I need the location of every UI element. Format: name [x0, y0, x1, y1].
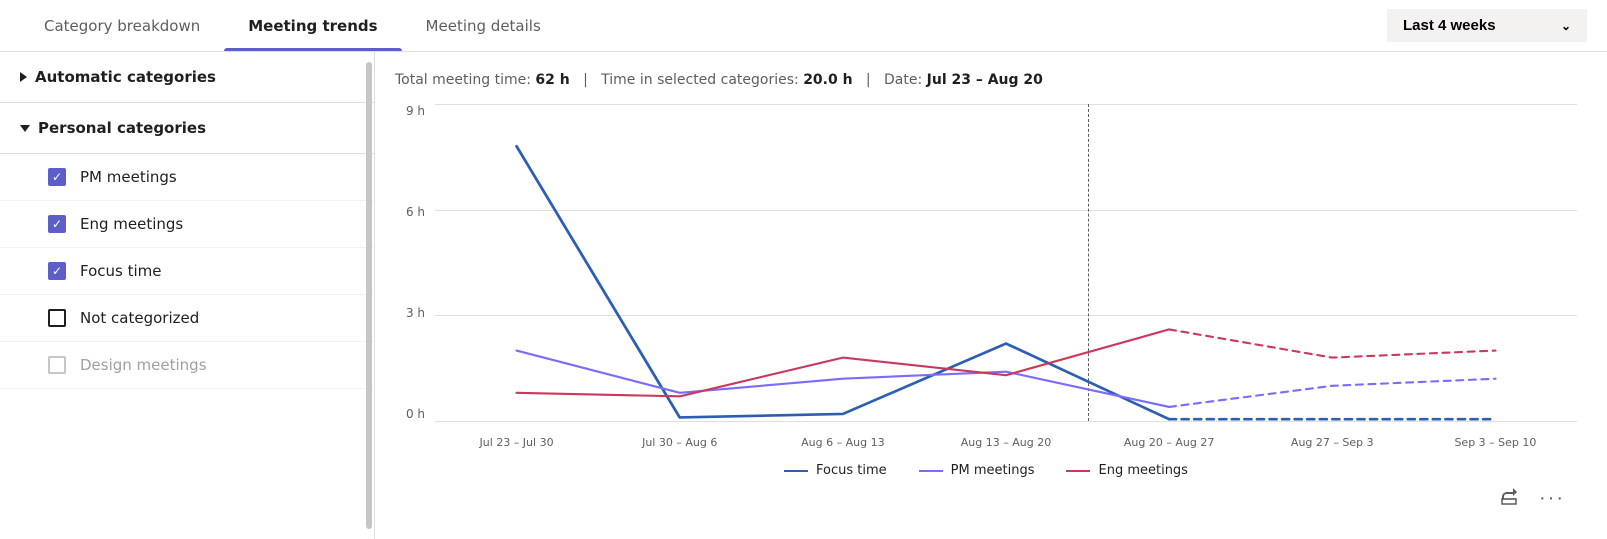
y-axis: 9 h 6 h 3 h 0 h: [395, 104, 435, 451]
sidebar-item-focus-time[interactable]: Focus time: [0, 248, 374, 295]
automatic-categories-header[interactable]: Automatic categories: [0, 52, 374, 103]
chart-container: 9 h 6 h 3 h 0 h: [395, 104, 1577, 451]
x-label-6: Sep 3 – Sep 10: [1414, 421, 1577, 451]
automatic-categories-section: Automatic categories: [0, 52, 374, 103]
tab-category-breakdown[interactable]: Category breakdown: [20, 0, 224, 51]
sidebar-item-design-meetings[interactable]: Design meetings: [0, 342, 374, 389]
chart-svg: [435, 104, 1577, 421]
x-label-1: Jul 30 – Aug 6: [598, 421, 761, 451]
chart-summary: Total meeting time: 62 h | Time in selec…: [395, 72, 1577, 88]
more-icon: ···: [1539, 487, 1565, 509]
y-label-9h: 9 h: [406, 104, 425, 118]
x-label-3: Aug 13 – Aug 20: [924, 421, 1087, 451]
tab-bar: Category breakdown Meeting trends Meetin…: [0, 0, 1607, 52]
not-categorized-checkbox[interactable]: [48, 309, 66, 327]
chevron-down-icon: ⌄: [1561, 19, 1571, 33]
sidebar-item-pm-meetings[interactable]: PM meetings: [0, 154, 374, 201]
bottom-actions: ···: [395, 478, 1577, 519]
y-label-3h: 3 h: [406, 306, 425, 320]
personal-categories-section: Personal categories PM meetings Eng meet…: [0, 103, 374, 389]
chevron-down-icon: [20, 125, 30, 132]
x-label-0: Jul 23 – Jul 30: [435, 421, 598, 451]
sidebar-item-not-categorized[interactable]: Not categorized: [0, 295, 374, 342]
y-label-6h: 6 h: [406, 205, 425, 219]
legend-eng-meetings: Eng meetings: [1066, 463, 1187, 478]
chart-area: Total meeting time: 62 h | Time in selec…: [375, 52, 1607, 539]
x-label-2: Aug 6 – Aug 13: [761, 421, 924, 451]
pm-meetings-checkbox[interactable]: [48, 168, 66, 186]
chart-inner: Jul 23 – Jul 30 Jul 30 – Aug 6 Aug 6 – A…: [435, 104, 1577, 451]
share-button[interactable]: [1495, 482, 1523, 515]
period-selector[interactable]: Last 4 weeks ⌄: [1387, 9, 1587, 42]
personal-categories-header[interactable]: Personal categories: [0, 103, 374, 154]
share-icon: [1499, 486, 1519, 506]
chevron-right-icon: [20, 72, 27, 82]
focus-time-checkbox[interactable]: [48, 262, 66, 280]
legend-line-eng-meetings: [1066, 470, 1090, 472]
legend-focus-time: Focus time: [784, 463, 887, 478]
sidebar: Automatic categories Personal categories…: [0, 52, 375, 539]
main-content: Automatic categories Personal categories…: [0, 52, 1607, 539]
tab-meeting-trends[interactable]: Meeting trends: [224, 0, 401, 51]
x-label-4: Aug 20 – Aug 27: [1088, 421, 1251, 451]
chart-legend: Focus time PM meetings Eng meetings: [395, 451, 1577, 478]
legend-pm-meetings: PM meetings: [919, 463, 1035, 478]
design-meetings-checkbox[interactable]: [48, 356, 66, 374]
x-axis: Jul 23 – Jul 30 Jul 30 – Aug 6 Aug 6 – A…: [435, 421, 1577, 451]
y-label-0h: 0 h: [406, 407, 425, 421]
legend-line-focus-time: [784, 470, 808, 472]
sidebar-item-eng-meetings[interactable]: Eng meetings: [0, 201, 374, 248]
x-label-5: Aug 27 – Sep 3: [1251, 421, 1414, 451]
more-button[interactable]: ···: [1535, 482, 1569, 515]
tab-meeting-details[interactable]: Meeting details: [402, 0, 565, 51]
eng-meetings-checkbox[interactable]: [48, 215, 66, 233]
scrollbar[interactable]: [366, 62, 372, 529]
legend-line-pm-meetings: [919, 470, 943, 472]
